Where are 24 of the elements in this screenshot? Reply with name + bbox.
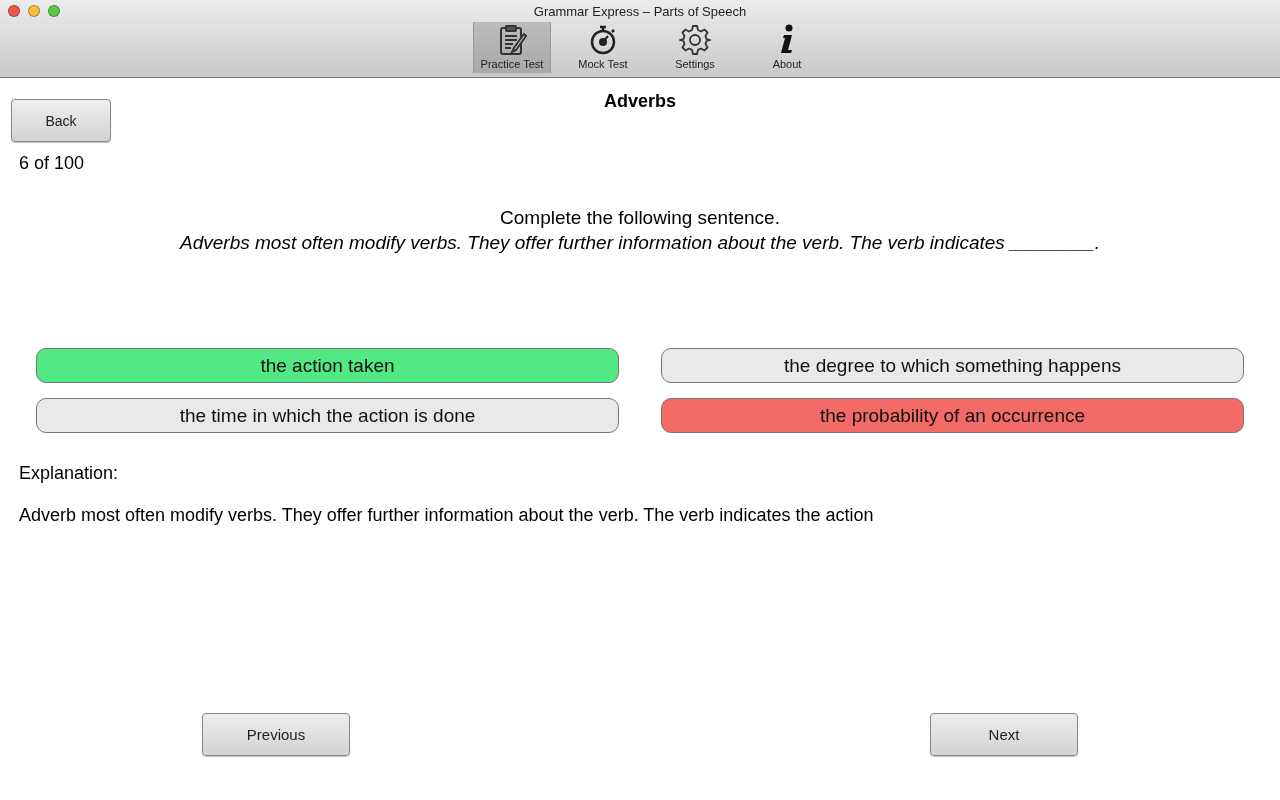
settings-icon xyxy=(679,24,711,56)
progress-counter: 6 of 100 xyxy=(19,153,86,174)
minimize-button[interactable] xyxy=(28,5,40,17)
nav-button[interactable]: Next xyxy=(930,713,1078,756)
clipboard-icon xyxy=(497,24,527,56)
question-sentence: Adverbs most often modify verbs. They offer further information about the verb. The verb indicates ________. xyxy=(180,231,1100,255)
back-button[interactable]: Back xyxy=(11,99,111,142)
window-title: Grammar Express – Parts of Speech xyxy=(533,3,747,19)
answer-option[interactable]: the time in which the action is done xyxy=(36,398,619,433)
toolbar-button[interactable]: Mock Test xyxy=(560,22,646,73)
page-title: Adverbs xyxy=(603,91,677,112)
stopwatch-icon xyxy=(588,24,618,56)
answer-option[interactable]: the degree to which something happens xyxy=(661,348,1244,383)
explanation-text: Adverb most often modify verbs. They offer further information about the verb. The verb indicates the action xyxy=(19,505,875,526)
toolbar-button[interactable]: Practice Test xyxy=(473,22,551,73)
explanation-label: Explanation: xyxy=(19,463,120,484)
nav-button[interactable]: Previous xyxy=(202,713,350,756)
toolbar-button[interactable]: Settings xyxy=(652,22,738,73)
zoom-button[interactable] xyxy=(48,5,60,17)
toolbar-button[interactable]: About xyxy=(744,22,830,73)
answer-option[interactable]: the action taken xyxy=(36,348,619,383)
close-button[interactable] xyxy=(8,5,20,17)
answer-option[interactable]: the probability of an occurrence xyxy=(661,398,1244,433)
question-prompt: Complete the following sentence. xyxy=(500,206,780,230)
